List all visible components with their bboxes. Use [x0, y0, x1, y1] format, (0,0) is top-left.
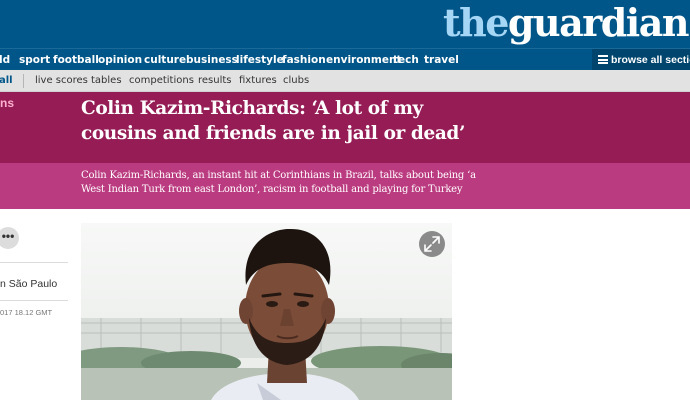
nav-item-culture[interactable]: culture: [144, 49, 186, 71]
subnav-item-live-scores[interactable]: live scores: [35, 70, 88, 92]
article-standfirst: Colin Kazim-Richards, an instant hit at …: [81, 169, 481, 197]
nav-item-football[interactable]: football: [53, 49, 99, 71]
nav-item-tech[interactable]: tech: [393, 49, 419, 71]
guardian-logo[interactable]: theguardian: [443, 0, 689, 48]
more-dots-icon: •••: [1, 229, 15, 243]
headline-line-1: Colin Kazim-Richards: ‘A lot of my: [81, 98, 423, 119]
meta-divider: [0, 262, 68, 263]
browse-all-sections-button[interactable]: browse all sections: [592, 49, 690, 71]
headline-line-2: cousins and friends are in jail or dead’: [81, 123, 465, 144]
nav-item-sport[interactable]: sport: [19, 49, 50, 71]
nav-item-travel[interactable]: travel: [424, 49, 459, 71]
subnav-item-results[interactable]: results: [198, 70, 232, 92]
subnav-item-competitions[interactable]: competitions: [129, 70, 194, 92]
expand-image-button[interactable]: [419, 231, 445, 257]
standfirst-band: Colin Kazim-Richards, an instant hit at …: [0, 163, 690, 209]
subnav-item-fixtures[interactable]: fixtures: [239, 70, 277, 92]
nav-item-environment[interactable]: environment: [326, 49, 401, 71]
section-label[interactable]: ns: [0, 96, 14, 110]
article-headline: Colin Kazim-Richards: ‘A lot of my cousi…: [81, 96, 581, 146]
publish-date: 017 18.12 GMT: [0, 308, 53, 317]
subnav-item-tables[interactable]: tables: [91, 70, 122, 92]
subnav-divider: [23, 74, 24, 88]
browse-label: browse all sections: [611, 54, 690, 66]
primary-nav: ld sport football opinion culture busine…: [0, 48, 690, 71]
more-options-button[interactable]: •••: [0, 227, 19, 249]
nav-item-fashion[interactable]: fashion: [282, 49, 326, 71]
standfirst-line-1: Colin Kazim-Richards, an instant hit at …: [81, 170, 476, 181]
secondary-nav: all live scores tables competitions resu…: [0, 70, 690, 92]
subnav-item-clubs[interactable]: clubs: [283, 70, 309, 92]
nav-item-opinion[interactable]: opinion: [98, 49, 142, 71]
nav-item-business[interactable]: business: [186, 49, 238, 71]
nav-item-world[interactable]: ld: [0, 49, 10, 71]
standfirst-line-2: West Indian Turk from east London’, raci…: [81, 184, 463, 195]
masthead: theguardian: [0, 0, 690, 48]
headline-band: ns Colin Kazim-Richards: ‘A lot of my co…: [0, 92, 690, 163]
expand-icon: [424, 236, 440, 252]
byline-location: n São Paulo: [0, 278, 58, 290]
player-portrait-image: [81, 223, 452, 400]
main-photo[interactable]: [81, 223, 452, 400]
subnav-item-all[interactable]: all: [0, 70, 13, 92]
hamburger-icon: [598, 55, 608, 64]
nav-item-lifestyle[interactable]: lifestyle: [236, 49, 284, 71]
meta-divider: [0, 300, 68, 301]
